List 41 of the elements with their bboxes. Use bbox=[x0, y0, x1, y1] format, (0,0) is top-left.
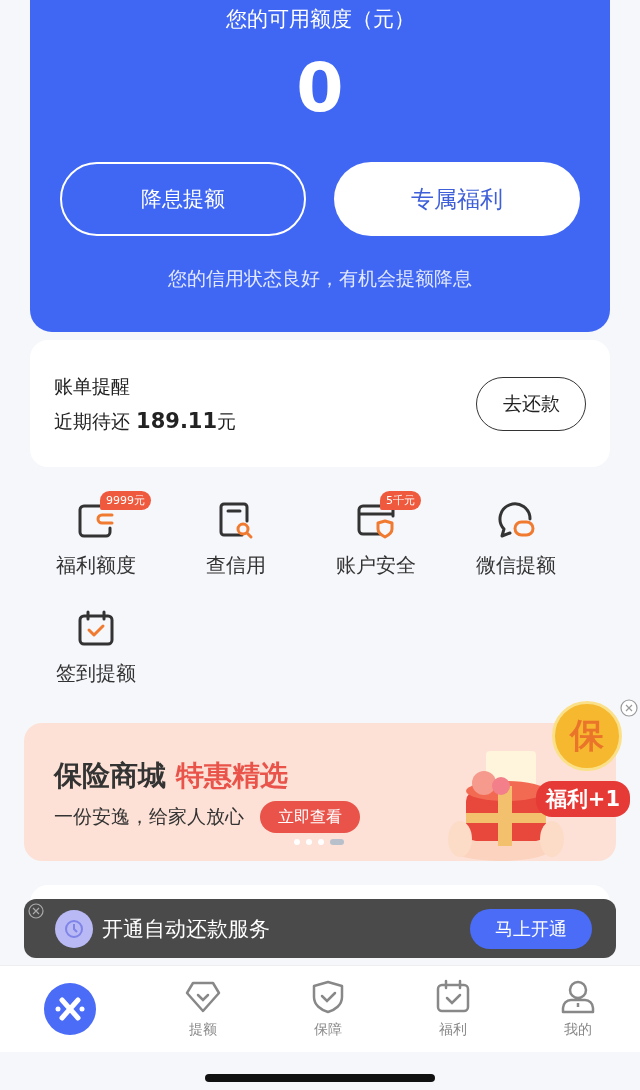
carousel-dot[interactable] bbox=[306, 839, 312, 845]
toast-message: 开通自动还款服务 bbox=[102, 915, 271, 943]
badge: 9999元 bbox=[100, 491, 151, 510]
raise-limit-button[interactable]: 降息提额 bbox=[60, 162, 306, 236]
bonus-badge: 福利+1 bbox=[535, 781, 630, 817]
calendar-check-icon bbox=[76, 609, 116, 649]
carousel-dot[interactable] bbox=[318, 839, 324, 845]
service-item[interactable]: 签到提额 bbox=[56, 659, 136, 687]
close-icon bbox=[28, 903, 44, 919]
tab[interactable]: 提额 bbox=[185, 979, 222, 1039]
banner-highlight: 特惠精选 bbox=[176, 759, 288, 792]
due-amount-text: 近期待还 189.11元 bbox=[54, 407, 237, 435]
banner-title: 保险商城 bbox=[54, 759, 166, 792]
diamond-check-icon bbox=[185, 979, 222, 1015]
carousel-dot[interactable] bbox=[294, 839, 300, 845]
banner-subtitle: 一份安逸，给家人放心 bbox=[54, 804, 244, 829]
shield-check-icon bbox=[310, 979, 346, 1015]
close-button[interactable] bbox=[28, 903, 44, 919]
service-item[interactable]: 账户安全 bbox=[336, 551, 416, 579]
view-now-button[interactable]: 立即查看 bbox=[260, 801, 360, 833]
close-icon bbox=[620, 699, 638, 717]
tab[interactable]: 我的 bbox=[559, 979, 596, 1039]
credit-limit-amount: 0 bbox=[296, 48, 344, 128]
service-item[interactable]: 查信用 bbox=[206, 551, 266, 579]
close-button[interactable] bbox=[620, 699, 638, 717]
credit-status-text: 您的信用状态良好，有机会提额降息 bbox=[168, 266, 472, 291]
enable-now-button[interactable]: 马上开通 bbox=[470, 908, 592, 949]
benefits-button[interactable]: 专属福利 bbox=[334, 162, 580, 236]
badge: 5千元 bbox=[380, 491, 421, 510]
tab[interactable]: 福利 bbox=[434, 979, 471, 1039]
home-tab[interactable] bbox=[44, 983, 97, 1035]
credit-limit-label: 您的可用额度（元） bbox=[225, 6, 415, 33]
repay-button[interactable]: 去还款 bbox=[476, 376, 586, 431]
service-item[interactable]: 福利额度 bbox=[56, 551, 136, 579]
service-item[interactable]: 微信提额 bbox=[476, 551, 556, 579]
calendar-check-icon bbox=[434, 979, 471, 1015]
bill-reminder-title: 账单提醒 bbox=[54, 373, 131, 399]
clock-badge-icon bbox=[54, 908, 94, 949]
logo-icon bbox=[44, 983, 97, 1035]
person-icon bbox=[559, 979, 596, 1015]
tab[interactable]: 保障 bbox=[310, 979, 346, 1039]
